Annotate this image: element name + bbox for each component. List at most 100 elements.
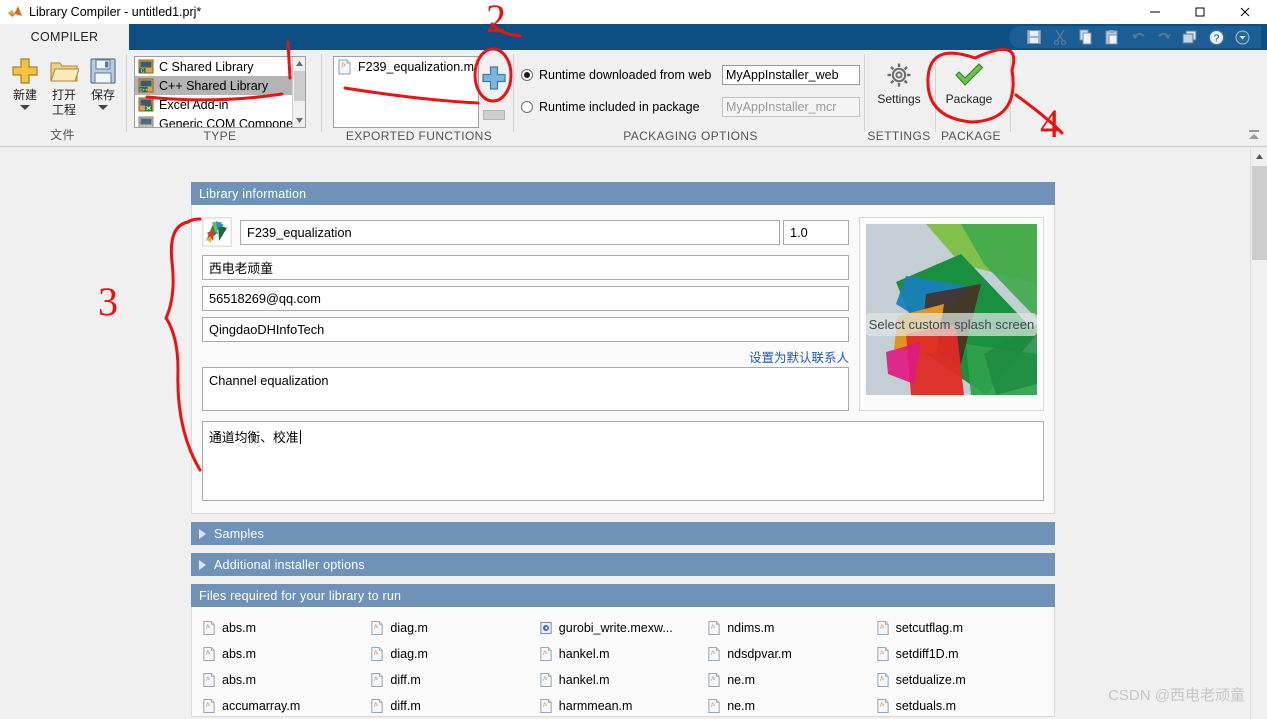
file-item[interactable]: fx setdualize.m: [876, 667, 1044, 693]
save-button-label: 保存: [90, 88, 115, 102]
description-input[interactable]: 通道均衡、校准: [202, 421, 1044, 501]
undo-icon[interactable]: [1128, 28, 1148, 46]
copy-icon[interactable]: [1076, 28, 1096, 46]
installer-mcr-name-input: MyAppInstaller_mcr: [722, 97, 860, 117]
splash-screen-picker[interactable]: Select custom splash screen: [859, 217, 1044, 411]
runtime-web-radio[interactable]: [521, 69, 533, 81]
type-listbox[interactable]: C C Shared Library C++ C++ Shared Librar…: [134, 56, 306, 128]
cpp-shared-library-icon: C++: [138, 78, 154, 93]
layout-icon[interactable]: [1180, 28, 1200, 46]
file-item[interactable]: fx ndims.m: [707, 615, 875, 641]
file-item[interactable]: fx ne.m: [707, 667, 875, 693]
file-item[interactable]: fx diff.m: [370, 693, 538, 716]
help-icon[interactable]: ?: [1206, 28, 1226, 46]
runtime-web-option[interactable]: Runtime downloaded from web: [521, 68, 711, 82]
file-item[interactable]: fx diag.m: [370, 641, 538, 667]
file-label: ne.m: [727, 673, 755, 687]
file-label: diff.m: [390, 699, 421, 713]
file-item[interactable]: fx abs.m: [202, 641, 370, 667]
file-item[interactable]: fx hankel.m: [539, 641, 707, 667]
exported-function-item[interactable]: fx F239_equalization.m: [334, 57, 478, 76]
c-shared-library-icon: C: [138, 59, 154, 74]
content-scrollbar[interactable]: [1250, 148, 1267, 719]
library-name-row: F239_equalization 1.0: [202, 217, 849, 247]
save-disk-icon: [89, 54, 117, 88]
file-item[interactable]: fx setcutflag.m: [876, 615, 1044, 641]
svg-text:C: C: [141, 68, 145, 74]
file-label: diag.m: [390, 647, 428, 661]
save-icon[interactable]: [1024, 28, 1044, 46]
email-input[interactable]: 56518269@qq.com: [202, 286, 849, 311]
save-button[interactable]: 保存: [83, 54, 123, 110]
redo-icon[interactable]: [1154, 28, 1174, 46]
installer-web-name-input[interactable]: MyAppInstaller_web: [722, 65, 860, 85]
file-item[interactable]: fx diff.m: [370, 667, 538, 693]
splash-caption[interactable]: Select custom splash screen: [866, 313, 1037, 336]
svg-text:fx: fx: [543, 675, 548, 682]
author-input[interactable]: 西电老顽童: [202, 255, 849, 280]
scroll-down-icon[interactable]: [293, 114, 305, 127]
svg-text:?: ?: [1213, 33, 1219, 44]
scroll-up-icon[interactable]: [1251, 148, 1267, 165]
type-item-0[interactable]: C C Shared Library: [135, 57, 305, 76]
file-item[interactable]: fx abs.m: [202, 667, 370, 693]
library-information-title: Library information: [199, 186, 307, 201]
library-version-input[interactable]: 1.0: [783, 219, 849, 245]
runtime-included-label: Runtime included in package: [539, 100, 700, 114]
files-grid: fx abs.m fx diag.m gurobi_write.mexw... fx…: [202, 615, 1044, 716]
green-check-icon: [953, 58, 985, 92]
svg-text:fx: fx: [880, 649, 885, 656]
generic-com-component-icon: [138, 116, 154, 127]
cut-icon[interactable]: [1050, 28, 1070, 46]
file-item[interactable]: fx abs.m: [202, 615, 370, 641]
file-item[interactable]: fx setduals.m: [876, 693, 1044, 716]
type-listbox-scrollbar[interactable]: [292, 57, 305, 127]
package-button[interactable]: Package: [943, 58, 995, 107]
library-app-icon[interactable]: [202, 217, 232, 247]
svg-text:fx: fx: [342, 62, 347, 69]
file-item[interactable]: fx diag.m: [370, 615, 538, 641]
file-item[interactable]: fx ndsdpvar.m: [707, 641, 875, 667]
maximize-button[interactable]: [1177, 0, 1222, 24]
save-button-caret-icon[interactable]: [98, 105, 108, 110]
ribbon-collapse-button[interactable]: [1245, 127, 1263, 143]
file-label: abs.m: [222, 673, 257, 687]
runtime-included-option[interactable]: Runtime included in package: [521, 100, 700, 114]
remove-function-button[interactable]: [483, 110, 505, 120]
file-item[interactable]: fx ne.m: [707, 693, 875, 716]
settings-button-label: Settings: [877, 92, 921, 106]
summary-input[interactable]: Channel equalization: [202, 367, 849, 411]
additional-installer-options-header[interactable]: Additional installer options: [191, 553, 1055, 576]
open-project-button[interactable]: 打开 工程: [44, 54, 84, 118]
samples-header[interactable]: Samples: [191, 522, 1055, 545]
content-scrollbar-thumb[interactable]: [1252, 166, 1267, 260]
chevron-down-icon[interactable]: [1232, 28, 1252, 46]
tab-compiler[interactable]: COMPILER: [0, 24, 129, 50]
set-default-contact-link[interactable]: 设置为默认联系人: [749, 351, 849, 365]
type-item-1[interactable]: C++ C++ Shared Library: [135, 76, 305, 95]
add-function-button[interactable]: [481, 65, 507, 96]
new-button[interactable]: 新建: [5, 54, 45, 110]
close-button[interactable]: [1222, 0, 1267, 24]
type-item-3[interactable]: Generic COM Component: [135, 114, 305, 127]
company-input[interactable]: QingdaoDHInfoTech: [202, 317, 849, 342]
m-file-icon: fx: [707, 698, 721, 714]
runtime-included-radio[interactable]: [521, 101, 533, 113]
file-item[interactable]: fx accumarray.m: [202, 693, 370, 716]
file-item[interactable]: fx setdiff1D.m: [876, 641, 1044, 667]
file-item[interactable]: gurobi_write.mexw...: [539, 615, 707, 641]
settings-button[interactable]: Settings: [873, 58, 925, 107]
type-item-2[interactable]: Excel Add-in: [135, 95, 305, 114]
exported-functions-listbox[interactable]: fx F239_equalization.m: [333, 56, 479, 128]
file-item[interactable]: fx harmmean.m: [539, 693, 707, 716]
paste-icon[interactable]: [1102, 28, 1122, 46]
minimize-button[interactable]: [1132, 0, 1177, 24]
file-item[interactable]: fx hankel.m: [539, 667, 707, 693]
m-file-icon: fx: [202, 620, 216, 636]
content-sheet: Library information F239_equalization 1.…: [191, 182, 1055, 717]
scroll-up-icon[interactable]: [293, 57, 305, 70]
m-file-icon: fx: [876, 698, 890, 714]
scrollbar-thumb[interactable]: [294, 71, 305, 101]
new-button-caret-icon[interactable]: [20, 105, 30, 110]
library-name-input[interactable]: F239_equalization: [240, 219, 780, 245]
